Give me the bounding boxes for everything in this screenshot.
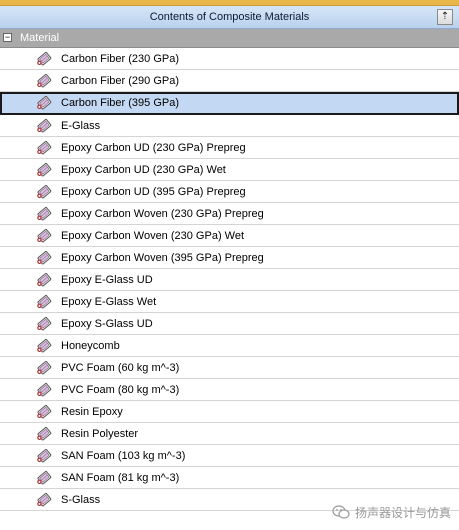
material-label: E-Glass [61,120,101,132]
material-row[interactable]: Epoxy Carbon Woven (230 GPa) Wet [0,225,459,247]
material-row[interactable]: Honeycomb [0,335,459,357]
material-label: PVC Foam (60 kg m^-3) [61,362,180,374]
material-list: Carbon Fiber (230 GPa) Carbon Fiber (290… [0,48,459,511]
material-label: Resin Polyester [61,428,139,440]
material-tag-icon [36,184,52,200]
material-label: SAN Foam (103 kg m^-3) [61,450,186,462]
material-tag-icon [36,206,52,222]
material-row[interactable]: Epoxy Carbon Woven (395 GPa) Prepreg [0,247,459,269]
panel-title: Contents of Composite Materials [149,11,310,23]
material-label: Epoxy Carbon UD (230 GPa) Wet [61,164,226,176]
material-tag-icon [36,95,52,111]
material-tag-icon [36,228,52,244]
material-tag-icon [36,338,52,354]
material-tag-icon [36,272,52,288]
material-label: Carbon Fiber (230 GPa) [61,53,179,65]
material-row[interactable]: Epoxy Carbon UD (230 GPa) Wet [0,159,459,181]
material-row[interactable]: Carbon Fiber (290 GPa) [0,70,459,92]
material-label: Honeycomb [61,340,120,352]
material-label: Carbon Fiber (395 GPa) [61,97,179,109]
material-label: Carbon Fiber (290 GPa) [61,75,179,87]
material-tag-icon [36,162,52,178]
material-row[interactable]: Resin Polyester [0,423,459,445]
material-label: Epoxy Carbon Woven (230 GPa) Prepreg [61,208,264,220]
material-tag-icon [36,492,52,508]
panel-title-bar: Contents of Composite Materials ⇡ [0,6,459,29]
collapse-icon[interactable]: − [3,33,12,42]
material-tag-icon [36,294,52,310]
material-row[interactable]: Carbon Fiber (395 GPa) [0,92,459,115]
material-group-header[interactable]: − Material [0,29,459,48]
material-tag-icon [36,404,52,420]
material-tag-icon [36,470,52,486]
group-label: Material [20,32,60,44]
composite-materials-panel: Contents of Composite Materials ⇡ − Mate… [0,0,459,530]
material-tag-icon [36,360,52,376]
material-row[interactable]: Epoxy E-Glass Wet [0,291,459,313]
material-row[interactable]: S-Glass [0,489,459,511]
material-tag-icon [36,382,52,398]
material-row[interactable]: Epoxy S-Glass UD [0,313,459,335]
material-label: Epoxy E-Glass UD [61,274,153,286]
material-row[interactable]: Epoxy Carbon UD (230 GPa) Prepreg [0,137,459,159]
material-tag-icon [36,73,52,89]
material-label: Epoxy Carbon Woven (230 GPa) Wet [61,230,245,242]
material-tag-icon [36,250,52,266]
material-tag-icon [36,51,52,67]
pin-icon[interactable]: ⇡ [437,9,453,25]
material-row[interactable]: Epoxy Carbon UD (395 GPa) Prepreg [0,181,459,203]
material-row[interactable]: SAN Foam (81 kg m^-3) [0,467,459,489]
material-label: Epoxy E-Glass Wet [61,296,157,308]
material-row[interactable]: Carbon Fiber (230 GPa) [0,48,459,70]
material-label: Epoxy Carbon UD (230 GPa) Prepreg [61,142,246,154]
material-row[interactable]: E-Glass [0,115,459,137]
material-row[interactable]: PVC Foam (60 kg m^-3) [0,357,459,379]
material-row[interactable]: Resin Epoxy [0,401,459,423]
material-tag-icon [36,316,52,332]
material-tag-icon [36,448,52,464]
material-label: Epoxy Carbon UD (395 GPa) Prepreg [61,186,246,198]
material-label: PVC Foam (80 kg m^-3) [61,384,180,396]
material-row[interactable]: Epoxy E-Glass UD [0,269,459,291]
material-row[interactable]: SAN Foam (103 kg m^-3) [0,445,459,467]
material-row[interactable]: Epoxy Carbon Woven (230 GPa) Prepreg [0,203,459,225]
material-label: Resin Epoxy [61,406,123,418]
material-tag-icon [36,426,52,442]
material-label: Epoxy Carbon Woven (395 GPa) Prepreg [61,252,264,264]
material-row[interactable]: PVC Foam (80 kg m^-3) [0,379,459,401]
material-label: Epoxy S-Glass UD [61,318,153,330]
material-tag-icon [36,118,52,134]
material-tag-icon [36,140,52,156]
material-label: SAN Foam (81 kg m^-3) [61,472,180,484]
material-label: S-Glass [61,494,101,506]
